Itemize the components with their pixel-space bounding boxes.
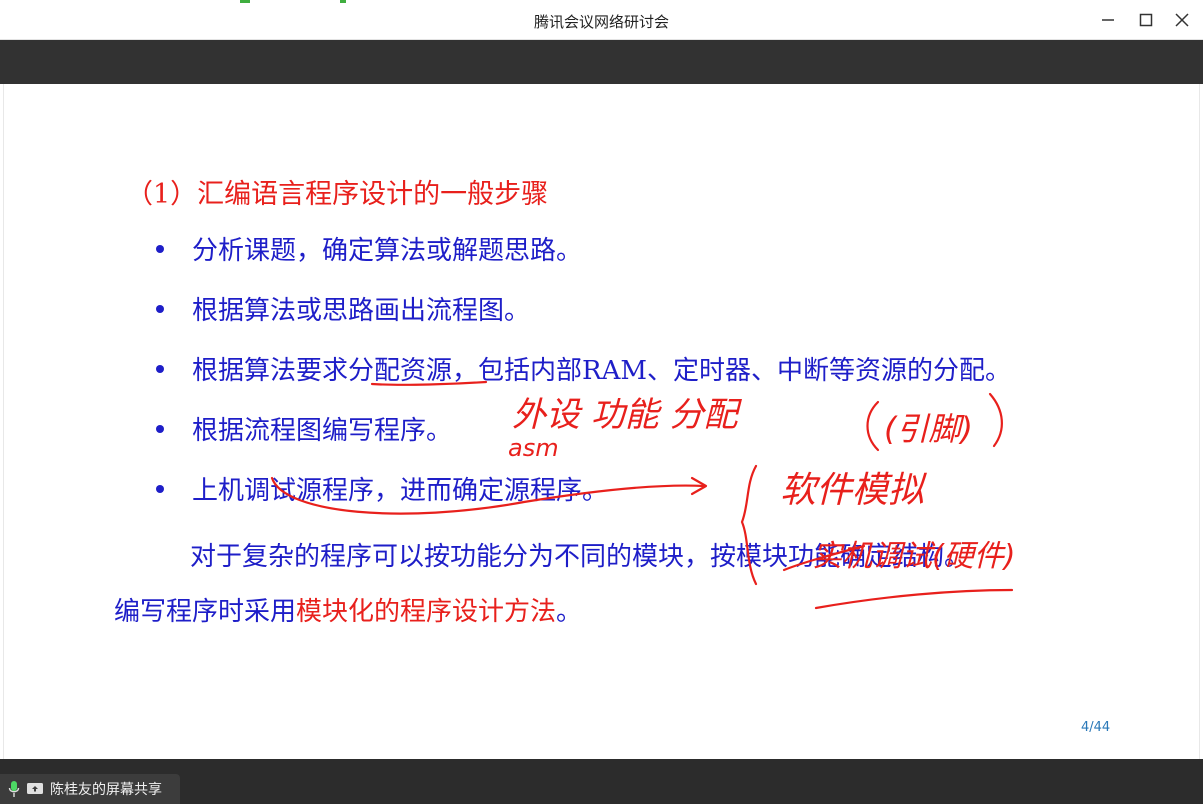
- close-icon: [1175, 13, 1189, 27]
- bullet-text: 根据流程图编写程序。: [192, 416, 453, 446]
- bullet-item: 根据算法或思路画出流程图。: [156, 290, 530, 327]
- bullet-text: 分析课题，确定算法或解题思路。: [192, 236, 583, 266]
- bottom-share-bar: 陈桂友的屏幕共享: [0, 759, 1203, 804]
- maximize-button[interactable]: [1130, 6, 1162, 34]
- screen-share-indicator[interactable]: 陈桂友的屏幕共享: [0, 774, 180, 804]
- bullet-item: 上机调试源程序，进而确定源程序。: [156, 470, 608, 507]
- ink-paren-left: [866, 400, 880, 452]
- ink-note-asm: asm: [508, 434, 559, 462]
- bullet-dot-icon: [156, 305, 164, 313]
- bullet-text: 根据算法要求分配资源，包括内部RAM、定时器、中断等资源的分配。: [192, 356, 1011, 386]
- ink-note-software-sim: 软件模拟: [780, 470, 927, 511]
- paragraph-highlight: 模块化的程序设计方法: [296, 597, 557, 627]
- paragraph-line-2: 编写程序时采用模块化的程序设计方法。: [114, 591, 582, 628]
- bullet-dot-icon: [156, 365, 164, 373]
- meeting-toolbar: [0, 40, 1203, 84]
- window-titlebar: 腾讯会议网络研讨会: [0, 0, 1203, 40]
- bullet-item: 分析课题，确定算法或解题思路。: [156, 230, 582, 267]
- bullet-item: 根据算法要求分配资源，包括内部RAM、定时器、中断等资源的分配。: [156, 350, 1011, 387]
- ink-note-peripheral: 外设 功能 分配: [512, 395, 743, 435]
- bullet-dot-icon: [156, 245, 164, 253]
- minimize-button[interactable]: [1092, 6, 1124, 34]
- window-title: 腾讯会议网络研讨会: [533, 13, 669, 31]
- bullet-item: 根据流程图编写程序。: [156, 410, 452, 447]
- paragraph-line-1: 对于复杂的程序可以按功能分为不同的模块，按模块功能确定结构。: [190, 542, 971, 572]
- ink-arrowhead: [690, 476, 708, 496]
- ink-paren-right: [988, 392, 1003, 448]
- close-button[interactable]: [1166, 6, 1198, 34]
- bullet-text: 根据算法或思路画出流程图。: [192, 296, 531, 326]
- screen-share-label: 陈桂友的屏幕共享: [50, 782, 162, 798]
- page-number: 4/44: [1081, 720, 1111, 735]
- bullet-dot-icon: [156, 485, 164, 493]
- maximize-icon: [1139, 13, 1153, 27]
- ink-underline-bottom: [814, 588, 1014, 610]
- decorative-marks-icon: [240, 0, 346, 3]
- paragraph-prefix: 编写程序时采用: [114, 597, 297, 627]
- paragraph-suffix: 。: [556, 597, 583, 627]
- bullet-text: 上机调试源程序，进而确定源程序。: [192, 476, 609, 506]
- screen-share-icon: [27, 783, 43, 794]
- shared-slide: （1）汇编语言程序设计的一般步骤 分析课题，确定算法或解题思路。 根据算法或思路…: [3, 84, 1200, 759]
- bullet-dot-icon: [156, 425, 164, 433]
- minimize-icon: [1102, 19, 1114, 21]
- ink-note-pins: (引脚): [884, 410, 973, 448]
- slide-heading: （1）汇编语言程序设计的一般步骤: [126, 179, 549, 210]
- microphone-icon[interactable]: [8, 780, 20, 798]
